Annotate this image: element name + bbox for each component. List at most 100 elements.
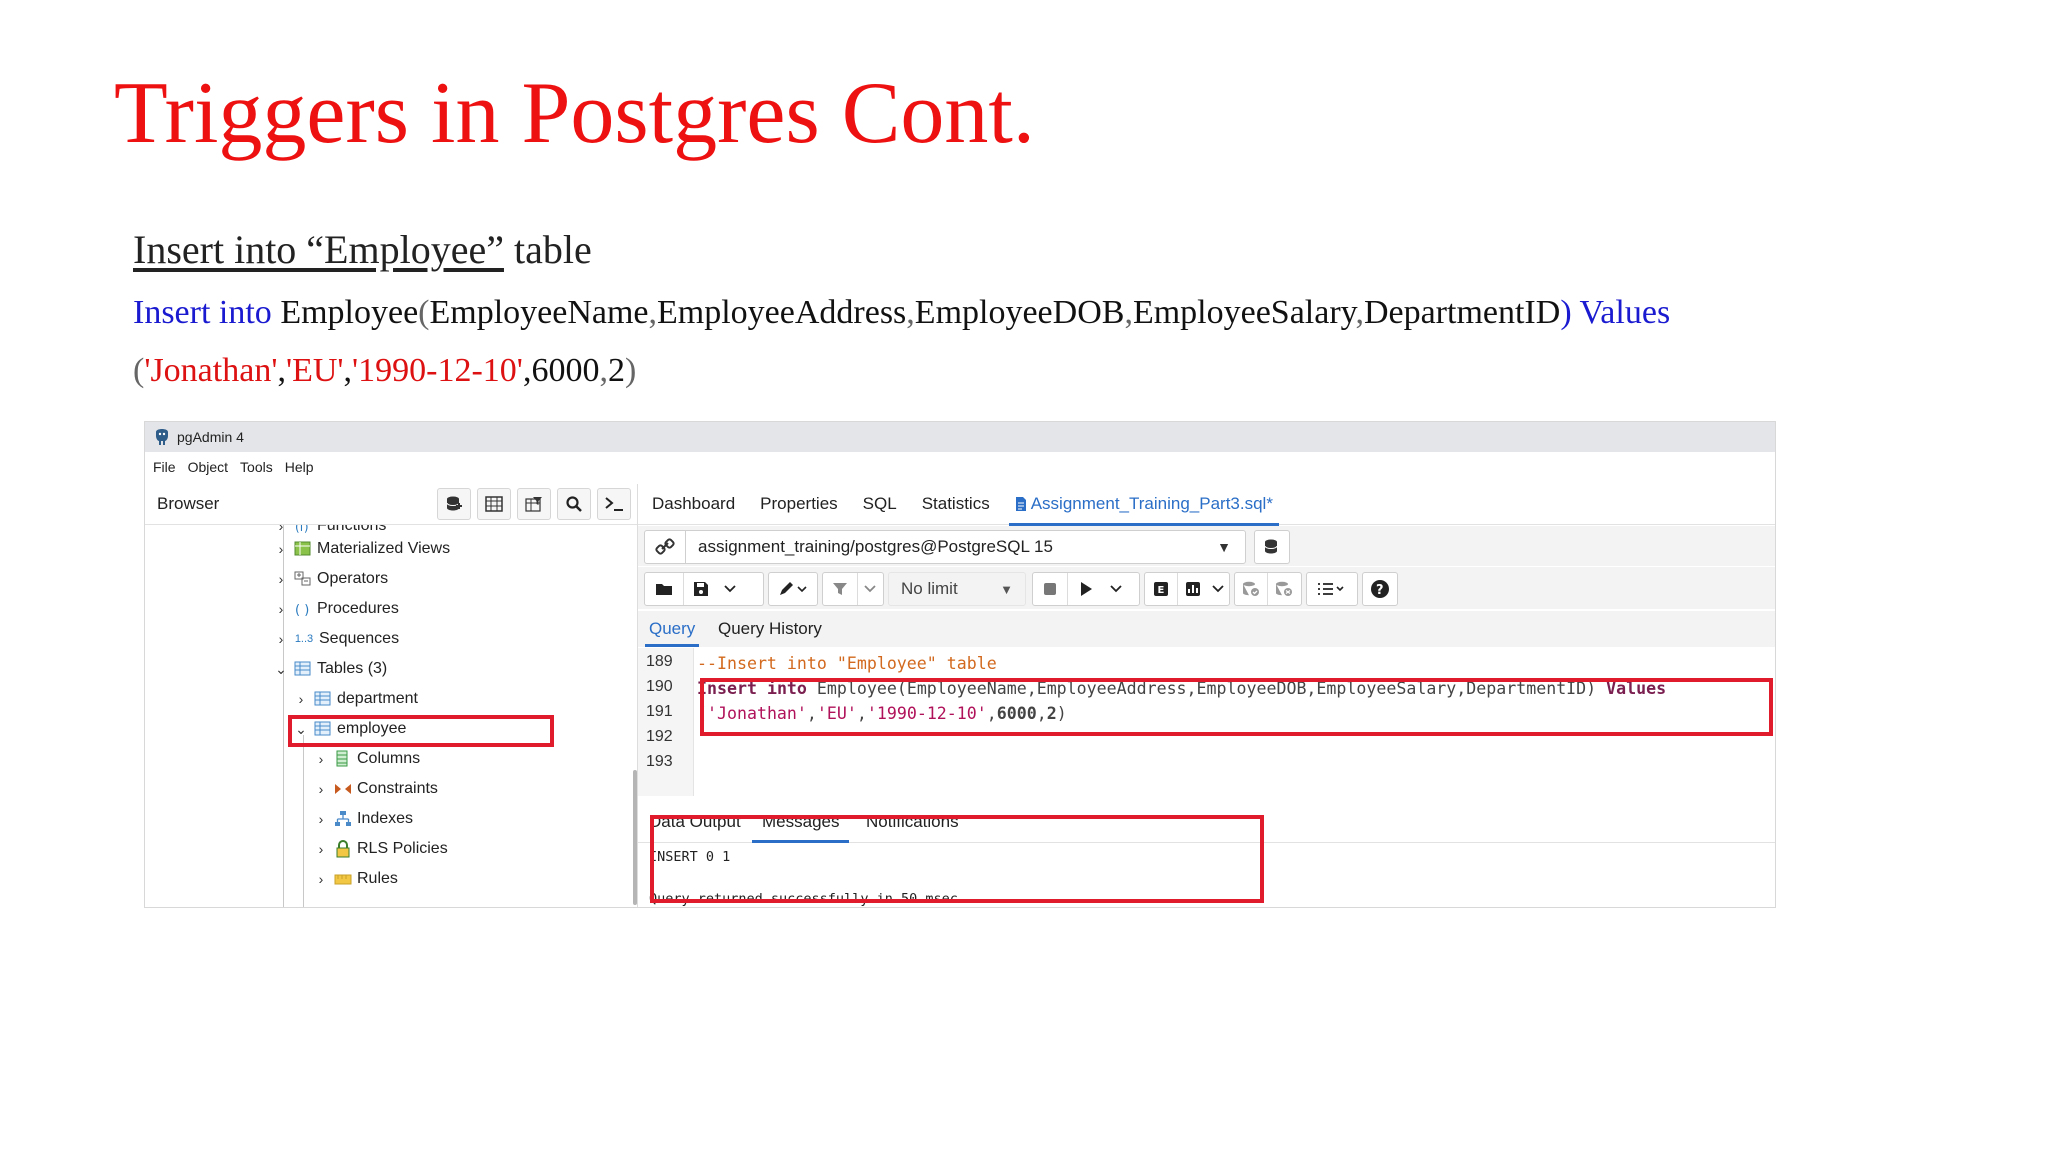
sql-column: EmployeeName [429,294,649,331]
chevron-right-icon: › [318,871,324,887]
explain-analyze-icon[interactable] [1178,573,1208,605]
chevron-right-icon: › [298,691,304,707]
sql-value-dob: '1990-12-10' [352,352,523,389]
limit-select[interactable]: No limit ▼ [888,572,1026,606]
line-number: 191 [646,703,673,720]
sql-comma: , [648,294,658,331]
edit-pencil-icon[interactable] [769,573,817,605]
tab-sql[interactable]: SQL [863,494,897,514]
tree-item-operators[interactable]: › Operators [273,566,388,592]
menu-file[interactable]: File [153,459,176,475]
tree-item-constraints[interactable]: › Constraints [313,776,438,802]
main-tabs: Dashboard Properties SQL Statistics Assi… [638,484,1775,526]
columns-icon [333,750,353,768]
tab-dashboard[interactable]: Dashboard [652,494,735,514]
sql-comma: , [343,352,353,389]
sql-comma: , [277,352,286,389]
tree-item-label: Constraints [357,780,438,797]
line-number: 192 [646,728,673,745]
tab-label: Assignment_Training_Part3.sql* [1030,494,1273,513]
sql-table-name: Employee [271,294,419,331]
file-group [644,572,764,606]
sql-comma: , [1355,294,1364,331]
subtitle-rest: table [503,227,592,272]
database-server-icon[interactable] [1254,530,1290,564]
sql-keyword-values: Values [1571,294,1671,331]
browser-panel: Browser › (f) Functions › Materialized V… [145,484,638,907]
connection-select[interactable]: assignment_training/postgres@PostgreSQL … [644,530,1246,564]
sql-comma: , [1124,294,1133,331]
code-comment-line: --Insert into "Employee" table [697,654,997,673]
explain-icon[interactable]: E [1145,573,1178,605]
sql-open-paren: ( [418,294,430,331]
sequences-icon: 1..3 [294,633,314,645]
tab-query[interactable]: Query [644,619,700,647]
tree-item-sequences[interactable]: › 1..3 Sequences [273,626,399,652]
stop-icon[interactable] [1033,573,1068,605]
sql-value-address: 'EU' [285,352,344,389]
chevron-right-icon: › [278,541,284,557]
transaction-group [1234,572,1302,606]
commit-icon[interactable] [1235,573,1268,605]
pgadmin-elephant-icon [153,428,171,446]
connection-row: assignment_training/postgres@PostgreSQL … [638,526,1775,566]
chevron-down-icon[interactable] [718,573,742,605]
functions-icon: (f) [293,525,313,535]
explain-group: E [1144,572,1230,606]
menu-object[interactable]: Object [188,459,228,475]
svg-text:?: ? [1376,583,1384,598]
save-icon[interactable] [684,573,718,605]
browser-title: Browser [157,494,220,513]
indexes-icon [333,810,353,828]
tree-item-rules[interactable]: › Rules [313,866,398,892]
chevron-right-icon: › [278,631,284,647]
tree-item-tables[interactable]: ⌄ Tables (3) [273,656,387,682]
svg-text:( ): ( ) [295,603,309,617]
tab-query-file[interactable]: Assignment_Training_Part3.sql* [1008,494,1280,526]
menu-tools[interactable]: Tools [240,459,273,475]
tree-item-rls-policies[interactable]: › RLS Policies [313,836,448,862]
filter-icon[interactable] [823,573,858,605]
menu-help[interactable]: Help [285,459,314,475]
help-icon[interactable]: ? [1363,573,1397,605]
chevron-right-icon: › [318,781,324,797]
table-view-icon[interactable] [477,488,511,520]
sql-keyword-insert: Insert into [133,294,272,331]
tab-query-history[interactable]: Query History [718,619,822,639]
tree-item-materialized-views[interactable]: › Materialized Views [273,536,450,562]
tab-statistics[interactable]: Statistics [922,494,990,514]
chevron-right-icon: › [278,525,284,534]
terminal-icon[interactable] [597,488,631,520]
tree-item-label: RLS Policies [357,840,448,857]
tree-scrollbar[interactable] [633,770,637,905]
rollback-icon[interactable] [1268,573,1300,605]
sql-close-paren: ) [624,352,637,389]
chevron-down-icon[interactable] [858,573,882,605]
sql-statement-line-2: ('Jonathan','EU','1990-12-10',6000,2) [133,352,636,390]
open-folder-icon[interactable] [645,573,684,605]
window-title: pgAdmin 4 [177,429,244,445]
tree-item-procedures[interactable]: › ( ) Procedures [273,596,399,622]
table-icon [313,690,333,708]
database-icon[interactable] [437,488,471,520]
tree-item-indexes[interactable]: › Indexes [313,806,413,832]
tab-properties[interactable]: Properties [760,494,837,514]
help-group: ? [1362,572,1398,606]
materialized-view-icon [293,540,313,558]
search-icon[interactable] [557,488,591,520]
chevron-down-icon[interactable] [1104,573,1128,605]
constraints-icon [333,780,353,798]
tree-item-department[interactable]: › department [293,686,418,712]
query-tabs: Query Query History [638,611,1775,647]
filter-table-icon[interactable] [517,488,551,520]
tree-item-columns[interactable]: › Columns [313,746,420,772]
sql-comma: , [906,294,915,331]
slide-title: Triggers in Postgres Cont. [114,65,1035,162]
execute-play-icon[interactable] [1068,573,1104,605]
link-icon [645,531,686,563]
chevron-down-icon[interactable] [1208,573,1228,605]
macros-list-icon[interactable] [1307,573,1357,605]
menu-bar: File Object Tools Help [145,452,1775,482]
line-number: 189 [646,653,673,670]
chevron-right-icon: › [318,751,324,767]
